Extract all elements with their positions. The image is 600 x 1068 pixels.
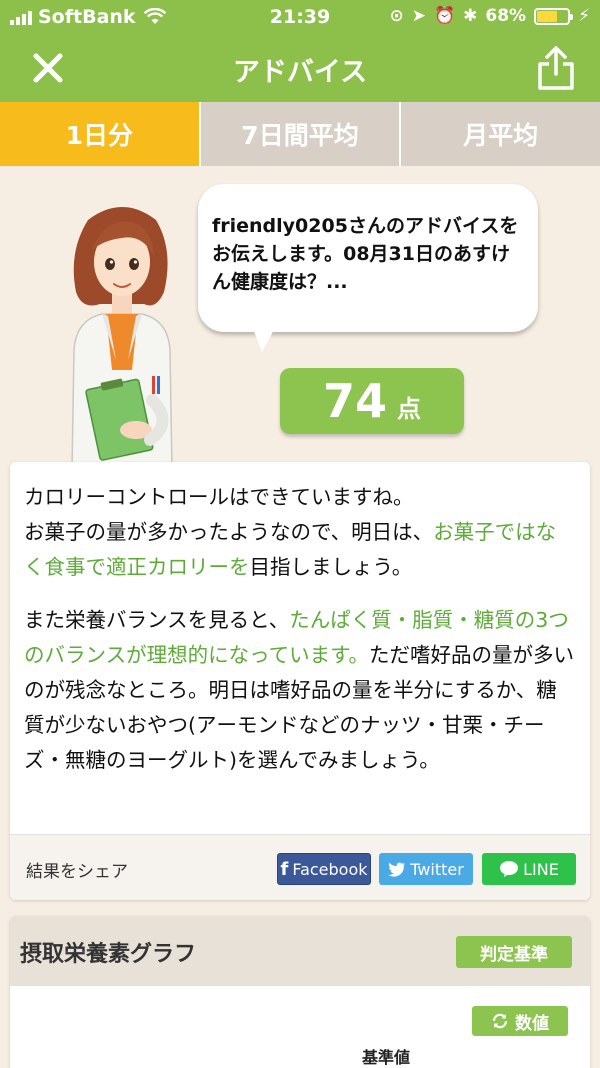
- tab-monthly-average[interactable]: 月平均: [399, 102, 600, 166]
- advice-comment-card: カロリーコントロールはできていますね。 お菓子の量が多かったようなので、明日は、…: [10, 462, 590, 900]
- location-icon: ➤: [411, 6, 426, 26]
- bluetooth-icon: ✱: [463, 6, 478, 26]
- battery-percent: 68%: [485, 6, 527, 26]
- page-title: アドバイス: [232, 57, 368, 88]
- health-score-unit: 点: [397, 395, 421, 423]
- share-row: 結果をシェア f Facebook Twitter LINE: [10, 834, 590, 900]
- nutrient-graph-header: 摂取栄養素グラフ 判定基準: [10, 916, 590, 986]
- twitter-share-button[interactable]: Twitter: [379, 853, 473, 885]
- line-share-button[interactable]: LINE: [482, 853, 576, 885]
- values-toggle-label: 数値: [515, 1013, 549, 1034]
- share-label: 結果をシェア: [26, 862, 128, 882]
- share-icon[interactable]: [534, 44, 578, 92]
- comment-text: 目指しましょう。: [249, 555, 413, 579]
- criteria-button[interactable]: 判定基準: [456, 936, 572, 968]
- nav-bar: アドバイス: [0, 34, 600, 102]
- nutrient-graph-title: 摂取栄養素グラフ: [20, 942, 197, 967]
- advisor-illustration: [71, 207, 173, 470]
- line-label: LINE: [523, 859, 559, 879]
- period-tabs: 1日分 7日間平均 月平均: [0, 102, 600, 166]
- comment-text: また栄養バランスを見ると、: [24, 608, 290, 632]
- facebook-icon: f: [280, 858, 289, 880]
- comment-paragraph-2: また栄養バランスを見ると、たんぱく質・脂質・糖質の3つのバランスが理想的になって…: [24, 603, 576, 778]
- baseline-label: 基準値: [362, 1048, 411, 1067]
- line-icon: [500, 861, 519, 877]
- tab-7day-average[interactable]: 7日間平均: [198, 102, 400, 166]
- alarm-icon: ⏰: [433, 6, 456, 26]
- screen-lock-icon: ⊙: [389, 6, 404, 26]
- facebook-share-button[interactable]: f Facebook: [277, 853, 371, 885]
- twitter-bird-icon: [388, 862, 406, 877]
- battery-icon: [534, 7, 574, 25]
- speech-bubble-tail: [252, 326, 276, 352]
- status-bar: SoftBank 21:39 ⊙ ➤ ⏰ ✱ 68% ⚡: [0, 0, 600, 34]
- comment-text: お菓子の量が多かったようなので、明日は、: [24, 520, 434, 544]
- charging-icon: ⚡: [578, 6, 590, 26]
- status-right: ⊙ ➤ ⏰ ✱ 68% ⚡: [389, 6, 590, 26]
- values-toggle-button[interactable]: 数値: [472, 1006, 568, 1036]
- facebook-label: Facebook: [292, 859, 368, 879]
- twitter-label: Twitter: [410, 859, 464, 879]
- nutrient-graph-card: 摂取栄養素グラフ 判定基準 数値 基準値: [10, 916, 590, 1068]
- comment-paragraph-1: カロリーコントロールはできていますね。 お菓子の量が多かったようなので、明日は、…: [24, 480, 576, 585]
- refresh-icon: [492, 1013, 508, 1029]
- health-score-badge: 74 点: [280, 368, 464, 434]
- tab-1day[interactable]: 1日分: [0, 102, 199, 166]
- advice-speech-bubble: friendly0205さんのアドバイスをお伝えします。08月31日のあすけん健…: [198, 184, 538, 332]
- advice-comment: カロリーコントロールはできていますね。 お菓子の量が多かったようなので、明日は、…: [10, 462, 590, 778]
- comment-text: カロリーコントロールはできていますね。: [24, 485, 414, 509]
- health-score-value: 74: [322, 374, 387, 428]
